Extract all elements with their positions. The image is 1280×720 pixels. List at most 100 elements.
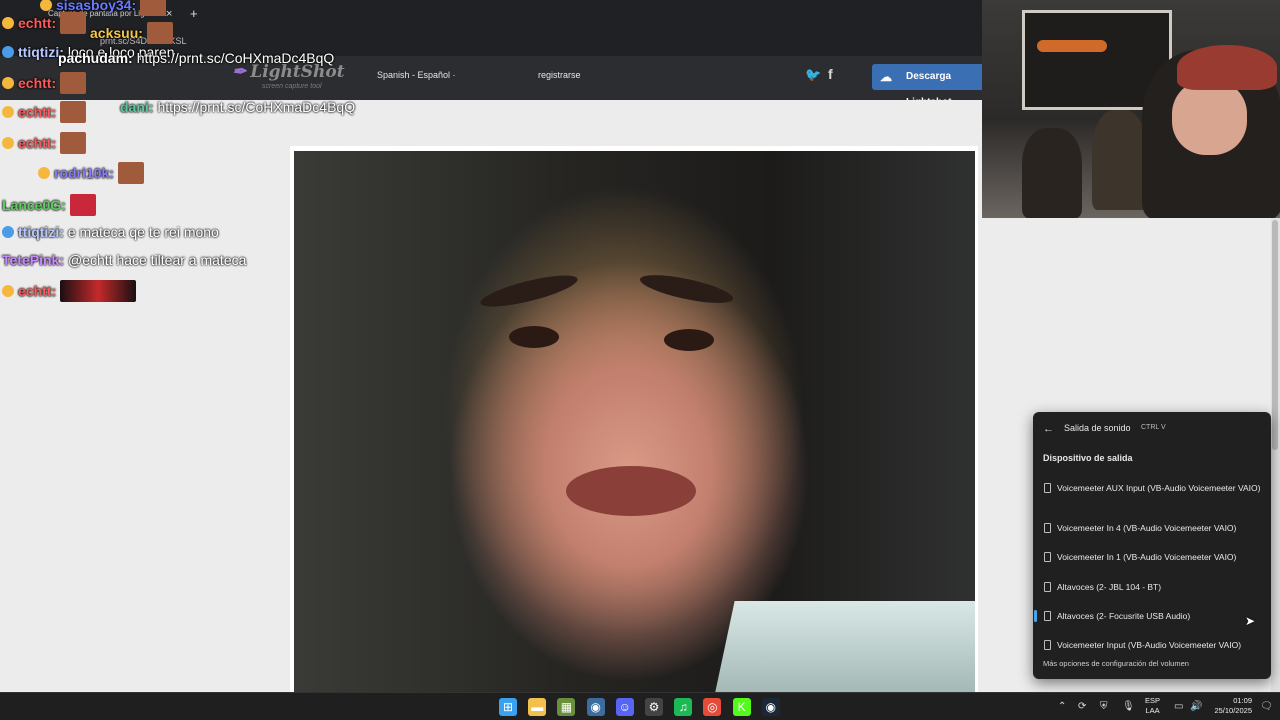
- chat-username[interactable]: echtt:: [18, 135, 56, 151]
- background-person-2: [1092, 110, 1147, 210]
- chat-message: ttiqtizi: e mateca qe te rei mono: [2, 224, 219, 240]
- chat-username[interactable]: pachudam:: [58, 50, 133, 66]
- spotify-icon[interactable]: ♫: [674, 698, 693, 716]
- sound-device-label: Voicemeeter In 4 (VB-Audio Voicemeeter V…: [1057, 523, 1237, 533]
- chat-username[interactable]: echtt:: [18, 15, 56, 31]
- streamer-face: [1172, 80, 1247, 155]
- shortcut-hint: CTRL V: [1141, 424, 1166, 431]
- chat-username[interactable]: acksuu:: [90, 25, 143, 41]
- steam-icon[interactable]: ◉: [586, 698, 605, 716]
- chat-emote: [60, 280, 137, 302]
- chat-emote: [60, 101, 87, 123]
- chat-username[interactable]: ttiqtizi:: [18, 224, 64, 240]
- webcam-feed: [982, 0, 1280, 218]
- chat-text: https://prnt.sc/CoHXmaDc4BqQ: [157, 99, 356, 115]
- speaker-device-icon: [1044, 523, 1051, 533]
- chat-badge-icon: [2, 17, 14, 29]
- chat-emote: [60, 132, 87, 154]
- screenshot-image[interactable]: [294, 151, 975, 692]
- facebook-icon[interactable]: f: [828, 66, 833, 82]
- chat-emote: [117, 162, 144, 184]
- chat-message: echtt:: [2, 101, 87, 123]
- chrome-icon[interactable]: ◎: [703, 698, 722, 716]
- notification-icon[interactable]: 🗨: [1260, 701, 1273, 712]
- left-eyebrow: [478, 269, 580, 313]
- more-volume-settings-link[interactable]: Más opciones de configuración del volume…: [1043, 659, 1189, 668]
- clock[interactable]: 01:09 25/10/2025: [1206, 696, 1252, 716]
- chat-badge-icon: [2, 106, 14, 118]
- download-cloud-icon: ☁: [880, 70, 892, 84]
- back-arrow-icon[interactable]: ←: [1043, 423, 1054, 435]
- chat-message: dani: https://prnt.sc/CoHXmaDc4BqQ: [120, 99, 355, 115]
- chat-message: acksuu:: [90, 22, 173, 44]
- kick-icon[interactable]: K: [732, 698, 751, 716]
- chat-username[interactable]: Lance0G:: [2, 197, 66, 213]
- sound-device-label: Voicemeeter AUX Input (VB-Audio Voicemee…: [1057, 483, 1261, 493]
- chat-emote: [69, 194, 96, 216]
- streamer-cap: [1177, 45, 1277, 90]
- chat-badge-icon: [40, 0, 52, 11]
- steam-icon-2[interactable]: ◉: [761, 698, 780, 716]
- chat-badge-icon: [2, 285, 14, 297]
- chat-username[interactable]: TetePink:: [2, 252, 64, 268]
- chat-message: rodri10k:: [38, 162, 144, 184]
- scrollbar-thumb[interactable]: [1272, 220, 1278, 450]
- right-eye: [664, 329, 714, 351]
- chat-emote: [146, 22, 173, 44]
- sound-device-item[interactable]: Altavoces (2- Focusrite USB Audio): [1034, 610, 1267, 622]
- panel-title: Salida de sonido: [1064, 423, 1131, 433]
- windows-start-icon[interactable]: ⊞: [499, 698, 517, 716]
- input-language[interactable]: ESP LAA: [1145, 696, 1160, 716]
- chat-username[interactable]: echtt:: [18, 75, 56, 91]
- settings-app-icon[interactable]: ⚙: [645, 698, 663, 716]
- network-icon[interactable]: ▭: [1174, 701, 1183, 712]
- speaker-device-icon: [1044, 640, 1051, 650]
- discord-icon[interactable]: ☺: [615, 698, 634, 716]
- volume-icon[interactable]: 🔊: [1190, 701, 1202, 712]
- security-icon[interactable]: ⛨: [1100, 701, 1108, 712]
- right-eyebrow: [637, 269, 736, 309]
- chat-message: echtt:: [2, 280, 137, 302]
- sound-device-item[interactable]: Voicemeeter Input (VB-Audio Voicemeeter …: [1043, 640, 1267, 651]
- background-window: [713, 601, 975, 692]
- sound-device-item[interactable]: Voicemeeter In 1 (VB-Audio Voicemeeter V…: [1043, 552, 1267, 563]
- chat-username[interactable]: ttiqtizi:: [18, 44, 64, 60]
- chat-text: https://prnt.sc/CoHXmaDc4BqQ: [136, 50, 335, 66]
- mouse-cursor-icon: ➤: [1245, 614, 1256, 628]
- chat-emote: [140, 0, 167, 16]
- sync-icon[interactable]: ⟳: [1078, 701, 1086, 712]
- chat-message: Lance0G:: [2, 194, 96, 216]
- chat-username[interactable]: dani:: [120, 99, 153, 115]
- chat-username[interactable]: echtt:: [18, 283, 56, 299]
- chat-badge-icon: [2, 77, 14, 89]
- chat-emote: [60, 72, 87, 94]
- spreadsheet-app-icon[interactable]: ▦: [557, 698, 576, 716]
- speaker-device-icon: [1044, 552, 1051, 562]
- chat-message: echtt:: [2, 72, 87, 94]
- microphone-icon[interactable]: 🎙: [1122, 701, 1135, 712]
- screenshot-frame: [290, 146, 978, 692]
- language-selector[interactable]: Spanish - Español ·: [377, 70, 456, 80]
- sound-device-label: Voicemeeter In 1 (VB-Audio Voicemeeter V…: [1057, 552, 1237, 562]
- chat-badge-icon: [38, 167, 50, 179]
- file-explorer-icon[interactable]: ▬: [528, 698, 547, 716]
- chat-message: pachudam: https://prnt.sc/CoHXmaDc4BqQ: [58, 50, 334, 66]
- sound-device-item[interactable]: Voicemeeter AUX Input (VB-Audio Voicemee…: [1043, 483, 1267, 494]
- chat-badge-icon: [2, 226, 14, 238]
- mouth: [566, 466, 696, 516]
- sound-output-panel: ← Salida de sonido CTRL V Dispositivo de…: [1033, 412, 1271, 679]
- chat-username[interactable]: echtt:: [18, 104, 56, 120]
- sound-device-item[interactable]: Altavoces (2- JBL 104 - BT): [1043, 582, 1267, 593]
- twitter-icon[interactable]: 🐦: [805, 67, 821, 83]
- chat-message: TetePink: @echtt hace tiltear a mateca: [2, 252, 246, 268]
- chat-overlay: sisasboy34: echtt: acksuu: ttiqtizi: loco e …: [0, 0, 360, 320]
- sound-device-item[interactable]: Voicemeeter In 4 (VB-Audio Voicemeeter V…: [1043, 523, 1267, 534]
- register-link[interactable]: registrarse: [538, 70, 581, 80]
- chat-badge-icon: [2, 46, 14, 58]
- speaker-device-icon: [1044, 611, 1051, 621]
- sound-device-label: Voicemeeter Input (VB-Audio Voicemeeter …: [1057, 640, 1242, 650]
- chat-username[interactable]: rodri10k:: [54, 165, 114, 181]
- chevron-up-icon[interactable]: ⌃: [1058, 701, 1066, 712]
- download-button[interactable]: ☁Descarga Lightshot: [872, 64, 992, 108]
- speaker-device-icon: [1044, 582, 1051, 592]
